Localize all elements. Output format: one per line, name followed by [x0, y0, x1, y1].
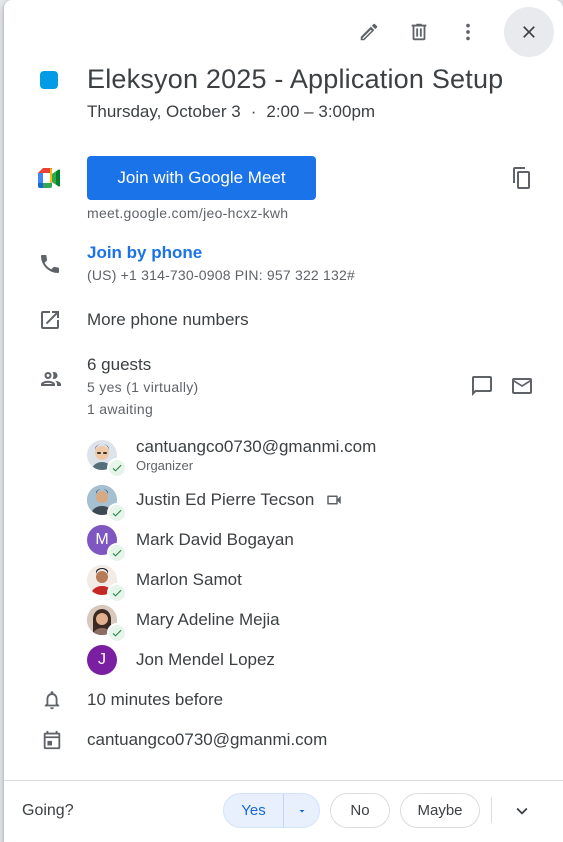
copy-meet-link-button[interactable] — [501, 158, 541, 198]
chat-icon — [472, 376, 492, 396]
guest-name: Mary Adeline Mejia — [136, 610, 280, 629]
guest-name: cantuangco0730@gmanmi.com — [136, 436, 377, 456]
rsvp-maybe-button[interactable]: Maybe — [400, 793, 480, 828]
chevron-down-icon — [516, 807, 528, 815]
trash-icon — [411, 23, 427, 41]
reminder-text: 10 minutes before — [87, 690, 224, 709]
mail-icon — [512, 378, 532, 394]
guest-item[interactable]: cantuangco0730@gmanmi.com Organizer — [87, 436, 376, 478]
accepted-check-icon — [107, 583, 127, 603]
avatar: M — [87, 525, 127, 563]
event-datetime: Thursday, October 3 · 2:00 – 3:00pm — [87, 102, 375, 122]
guest-item[interactable]: Justin Ed Pierre Tecson — [87, 483, 344, 523]
footer-separator — [491, 797, 492, 823]
calendar-icon — [41, 728, 63, 752]
edit-button[interactable] — [349, 12, 389, 52]
pencil-icon — [360, 23, 378, 41]
guest-item[interactable]: M Mark David Bogayan — [87, 523, 294, 563]
event-date: Thursday, October 3 — [87, 102, 241, 121]
phone-icon — [38, 252, 62, 276]
more-vert-icon — [466, 23, 470, 41]
footer-divider — [4, 780, 563, 781]
more-phone-numbers-link[interactable]: More phone numbers — [87, 310, 249, 330]
guest-text: cantuangco0730@gmanmi.com Organizer — [136, 436, 376, 475]
guest-item[interactable]: Mary Adeline Mejia — [87, 603, 280, 643]
meet-link[interactable]: meet.google.com/jeo-hcxz-kwh — [87, 205, 288, 221]
caret-down-icon — [299, 809, 304, 812]
accepted-check-icon — [107, 458, 127, 478]
google-meet-icon — [38, 168, 62, 188]
guest-avatar-initial: J — [87, 645, 117, 675]
email-guests-button[interactable] — [502, 366, 542, 406]
guest-name: Jon Mendel Lopez — [136, 650, 275, 669]
copy-icon — [513, 167, 530, 189]
guest-name: Mark David Bogayan — [136, 530, 294, 549]
rsvp-yes-button[interactable]: Yes — [224, 794, 284, 827]
guest-role: Organizer — [136, 457, 194, 473]
rsvp-options-dropdown[interactable] — [284, 794, 319, 827]
avatar — [87, 565, 127, 603]
join-by-phone-link[interactable]: Join by phone — [87, 243, 202, 263]
guest-item[interactable]: Marlon Samot — [87, 563, 242, 603]
rsvp-no-button[interactable]: No — [330, 793, 390, 828]
accepted-check-icon — [107, 623, 127, 643]
guest-summary-yes: 5 yes (1 virtually) — [87, 379, 199, 395]
guest-count: 6 guests — [87, 355, 152, 374]
close-icon — [523, 26, 535, 38]
datetime-separator: · — [250, 102, 257, 121]
bell-icon — [41, 688, 63, 712]
guest-name: Marlon Samot — [136, 570, 242, 589]
close-button[interactable] — [504, 7, 554, 57]
guest-name: Justin Ed Pierre Tecson — [136, 490, 315, 509]
guest-item[interactable]: J Jon Mendel Lopez — [87, 643, 275, 677]
accepted-check-icon — [107, 543, 127, 563]
expand-rsvp-button[interactable] — [502, 791, 542, 831]
open-in-new-icon — [38, 308, 62, 332]
avatar — [87, 605, 127, 643]
message-guests-button[interactable] — [462, 366, 502, 406]
avatar — [87, 485, 127, 523]
event-color-swatch — [40, 71, 58, 89]
event-title: Eleksyon 2025 - Application Setup — [87, 64, 504, 94]
avatar — [87, 440, 127, 478]
people-icon — [38, 367, 64, 391]
calendar-owner: cantuangco0730@gmanmi.com — [87, 730, 328, 749]
event-details-card: Eleksyon 2025 - Application Setup Thursd… — [4, 0, 563, 842]
avatar: J — [87, 645, 117, 675]
join-google-meet-button[interactable]: Join with Google Meet — [87, 156, 316, 200]
guest-summary-awaiting: 1 awaiting — [87, 401, 154, 417]
rsvp-prompt: Going? — [22, 802, 74, 819]
video-camera-icon — [324, 491, 344, 509]
accepted-check-icon — [107, 503, 127, 523]
more-options-button[interactable] — [448, 12, 488, 52]
phone-dial-in-details: (US) +1 314-730-0908 PIN: 957 322 132# — [87, 267, 355, 283]
event-time: 2:00 – 3:00pm — [266, 102, 376, 121]
delete-button[interactable] — [399, 12, 439, 52]
rsvp-yes-split-button: Yes — [223, 793, 320, 828]
